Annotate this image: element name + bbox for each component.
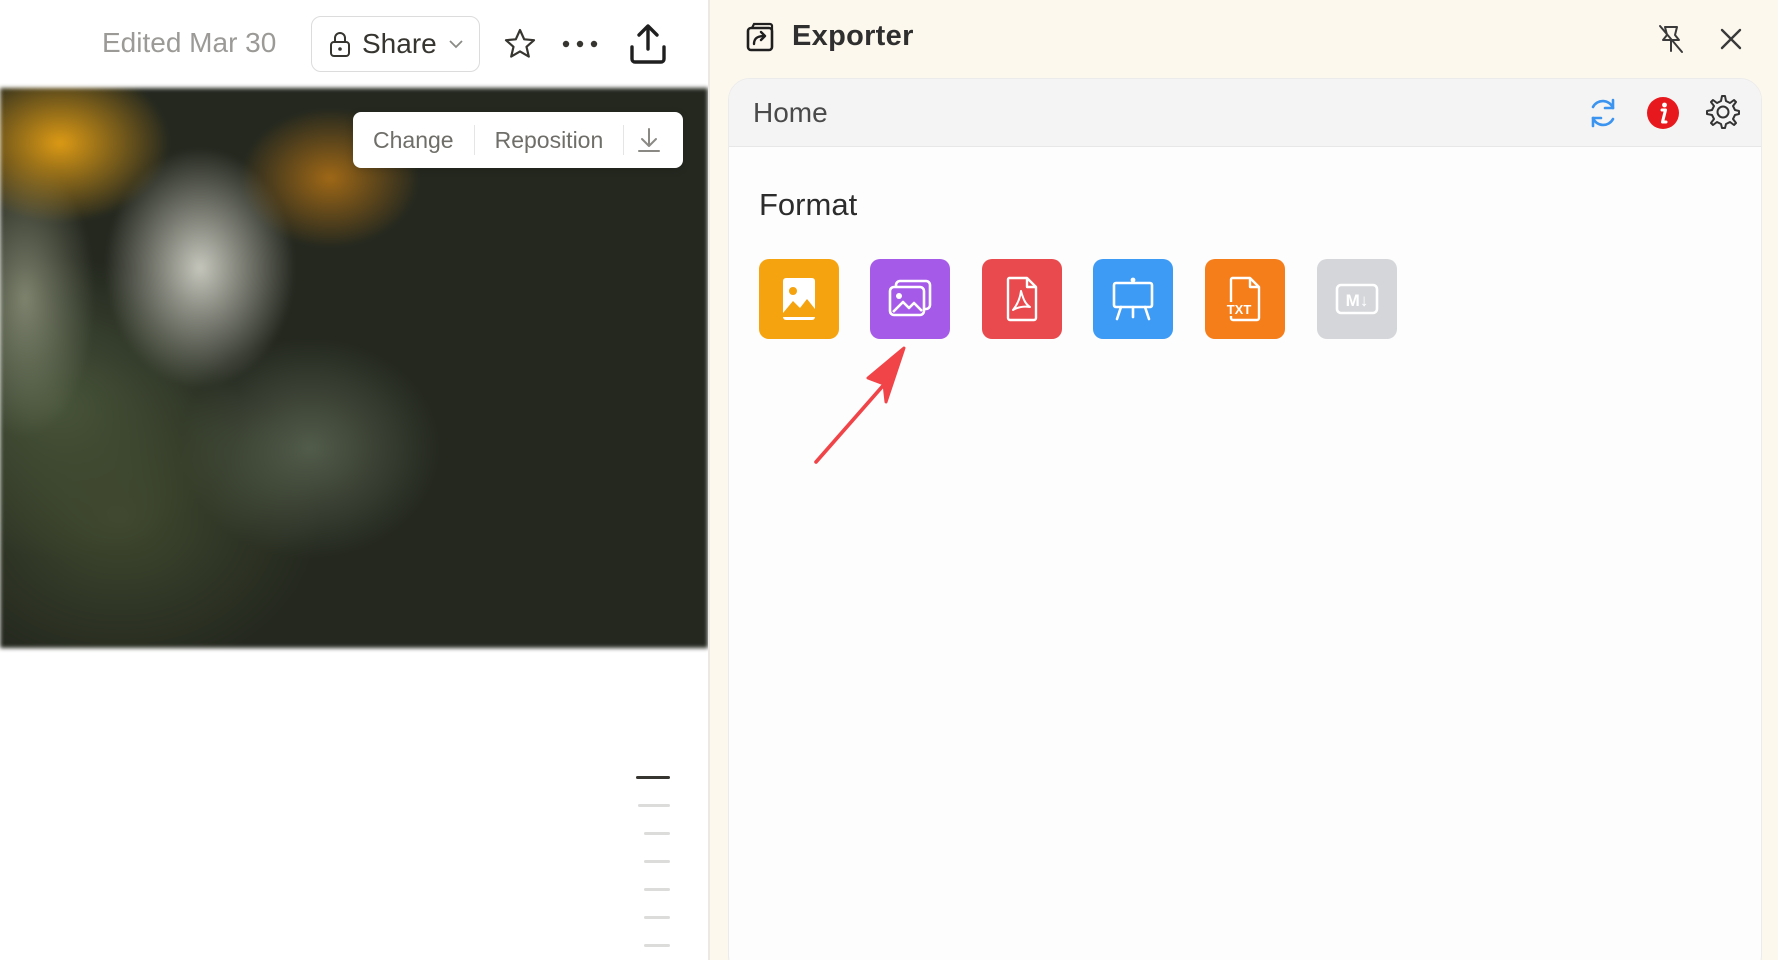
reposition-cover-button[interactable]: Reposition <box>475 112 624 168</box>
lock-icon <box>330 32 350 57</box>
download-cover-button[interactable] <box>624 112 674 168</box>
toc-line-active <box>636 776 670 779</box>
table-of-contents-minimap[interactable] <box>634 776 670 960</box>
toc-line <box>644 888 670 891</box>
exporter-card: Home Format TXT M↓ <box>728 78 1762 960</box>
refresh-icon[interactable] <box>1585 95 1621 131</box>
toc-line <box>638 804 670 807</box>
last-edited-text: Edited Mar 30 <box>102 27 277 58</box>
format-image-button[interactable] <box>759 259 839 339</box>
upload-icon <box>630 24 666 64</box>
export-upload-button[interactable] <box>626 20 670 68</box>
format-markdown-button[interactable]: M↓ <box>1317 259 1397 339</box>
txt-glyph-label: TXT <box>1227 302 1252 317</box>
format-txt-button[interactable]: TXT <box>1205 259 1285 339</box>
toc-line <box>644 860 670 863</box>
exporter-header: Exporter <box>710 0 1778 76</box>
cover-image <box>0 88 708 648</box>
markdown-icon: M↓ <box>1335 283 1379 315</box>
unpin-icon[interactable] <box>1654 22 1688 56</box>
download-icon <box>638 128 661 152</box>
format-presentation-button[interactable] <box>1093 259 1173 339</box>
home-breadcrumb[interactable]: Home <box>753 97 828 129</box>
change-cover-button[interactable]: Change <box>353 112 474 168</box>
images-icon <box>888 279 932 317</box>
star-icon <box>504 28 536 58</box>
toc-line <box>644 944 670 947</box>
chevron-down-icon <box>449 40 463 49</box>
txt-file-icon: TXT <box>1225 276 1261 322</box>
image-icon <box>783 278 815 320</box>
app-window: Edited Mar 30 Share Change Reposition Ex… <box>0 0 1778 960</box>
settings-gear-icon[interactable] <box>1703 93 1741 131</box>
exporter-title: Exporter <box>792 20 914 52</box>
cover-toolbar: Change Reposition <box>353 112 683 168</box>
ellipsis-icon <box>562 40 598 48</box>
document-pane: Edited Mar 30 Share Change Reposition <box>0 0 708 960</box>
markdown-glyph-label: M↓ <box>1346 291 1369 310</box>
format-images-button[interactable] <box>870 259 950 339</box>
document-topbar: Edited Mar 30 Share <box>0 0 708 88</box>
exporter-card-header: Home <box>729 79 1761 147</box>
share-label: Share <box>362 28 437 59</box>
pdf-icon <box>1006 276 1038 322</box>
info-icon[interactable] <box>1645 95 1681 131</box>
close-icon[interactable] <box>1714 22 1748 56</box>
favorite-button[interactable] <box>500 24 540 64</box>
toc-line <box>644 832 670 835</box>
format-pdf-button[interactable] <box>982 259 1062 339</box>
toc-line <box>644 916 670 919</box>
exporter-panel: Exporter Home Format TXT M↓ <box>710 0 1778 960</box>
format-heading: Format <box>759 187 858 222</box>
presentation-icon <box>1112 277 1154 321</box>
more-options-button[interactable] <box>558 24 602 64</box>
share-button[interactable]: Share <box>311 16 480 72</box>
exporter-logo-icon <box>746 22 774 52</box>
